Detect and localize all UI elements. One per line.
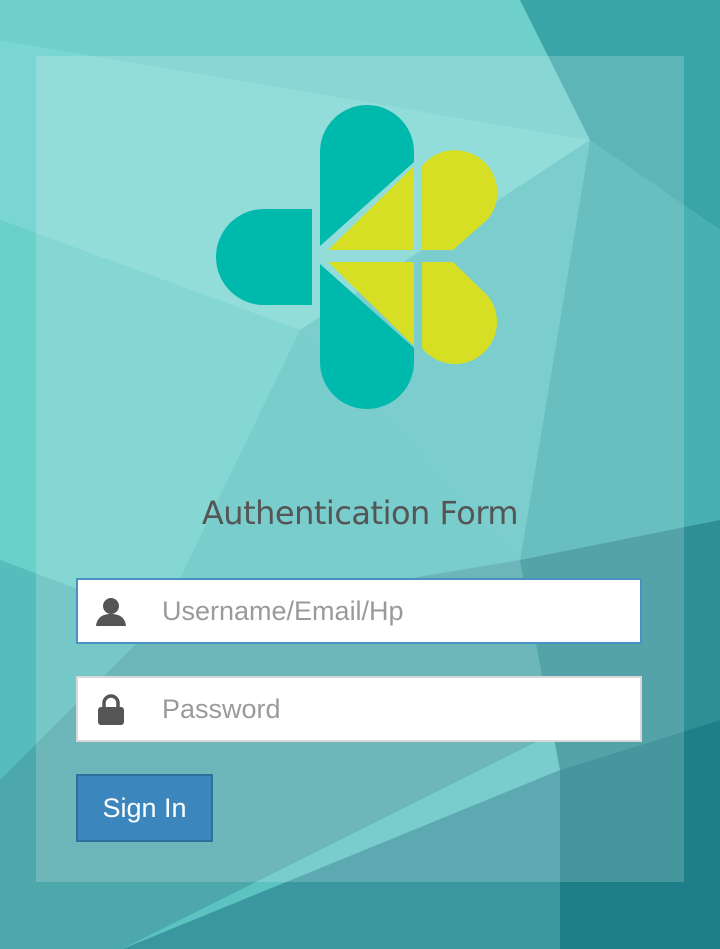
- password-input[interactable]: [162, 678, 632, 740]
- user-icon: [96, 598, 126, 626]
- form-title: Authentication Form: [201, 494, 519, 532]
- username-input[interactable]: [162, 580, 632, 642]
- lock-icon: [98, 694, 124, 725]
- username-field[interactable]: [76, 578, 642, 644]
- sign-in-button[interactable]: Sign In: [76, 774, 213, 842]
- kemenkes-logo: [216, 105, 498, 409]
- password-field[interactable]: [76, 676, 642, 742]
